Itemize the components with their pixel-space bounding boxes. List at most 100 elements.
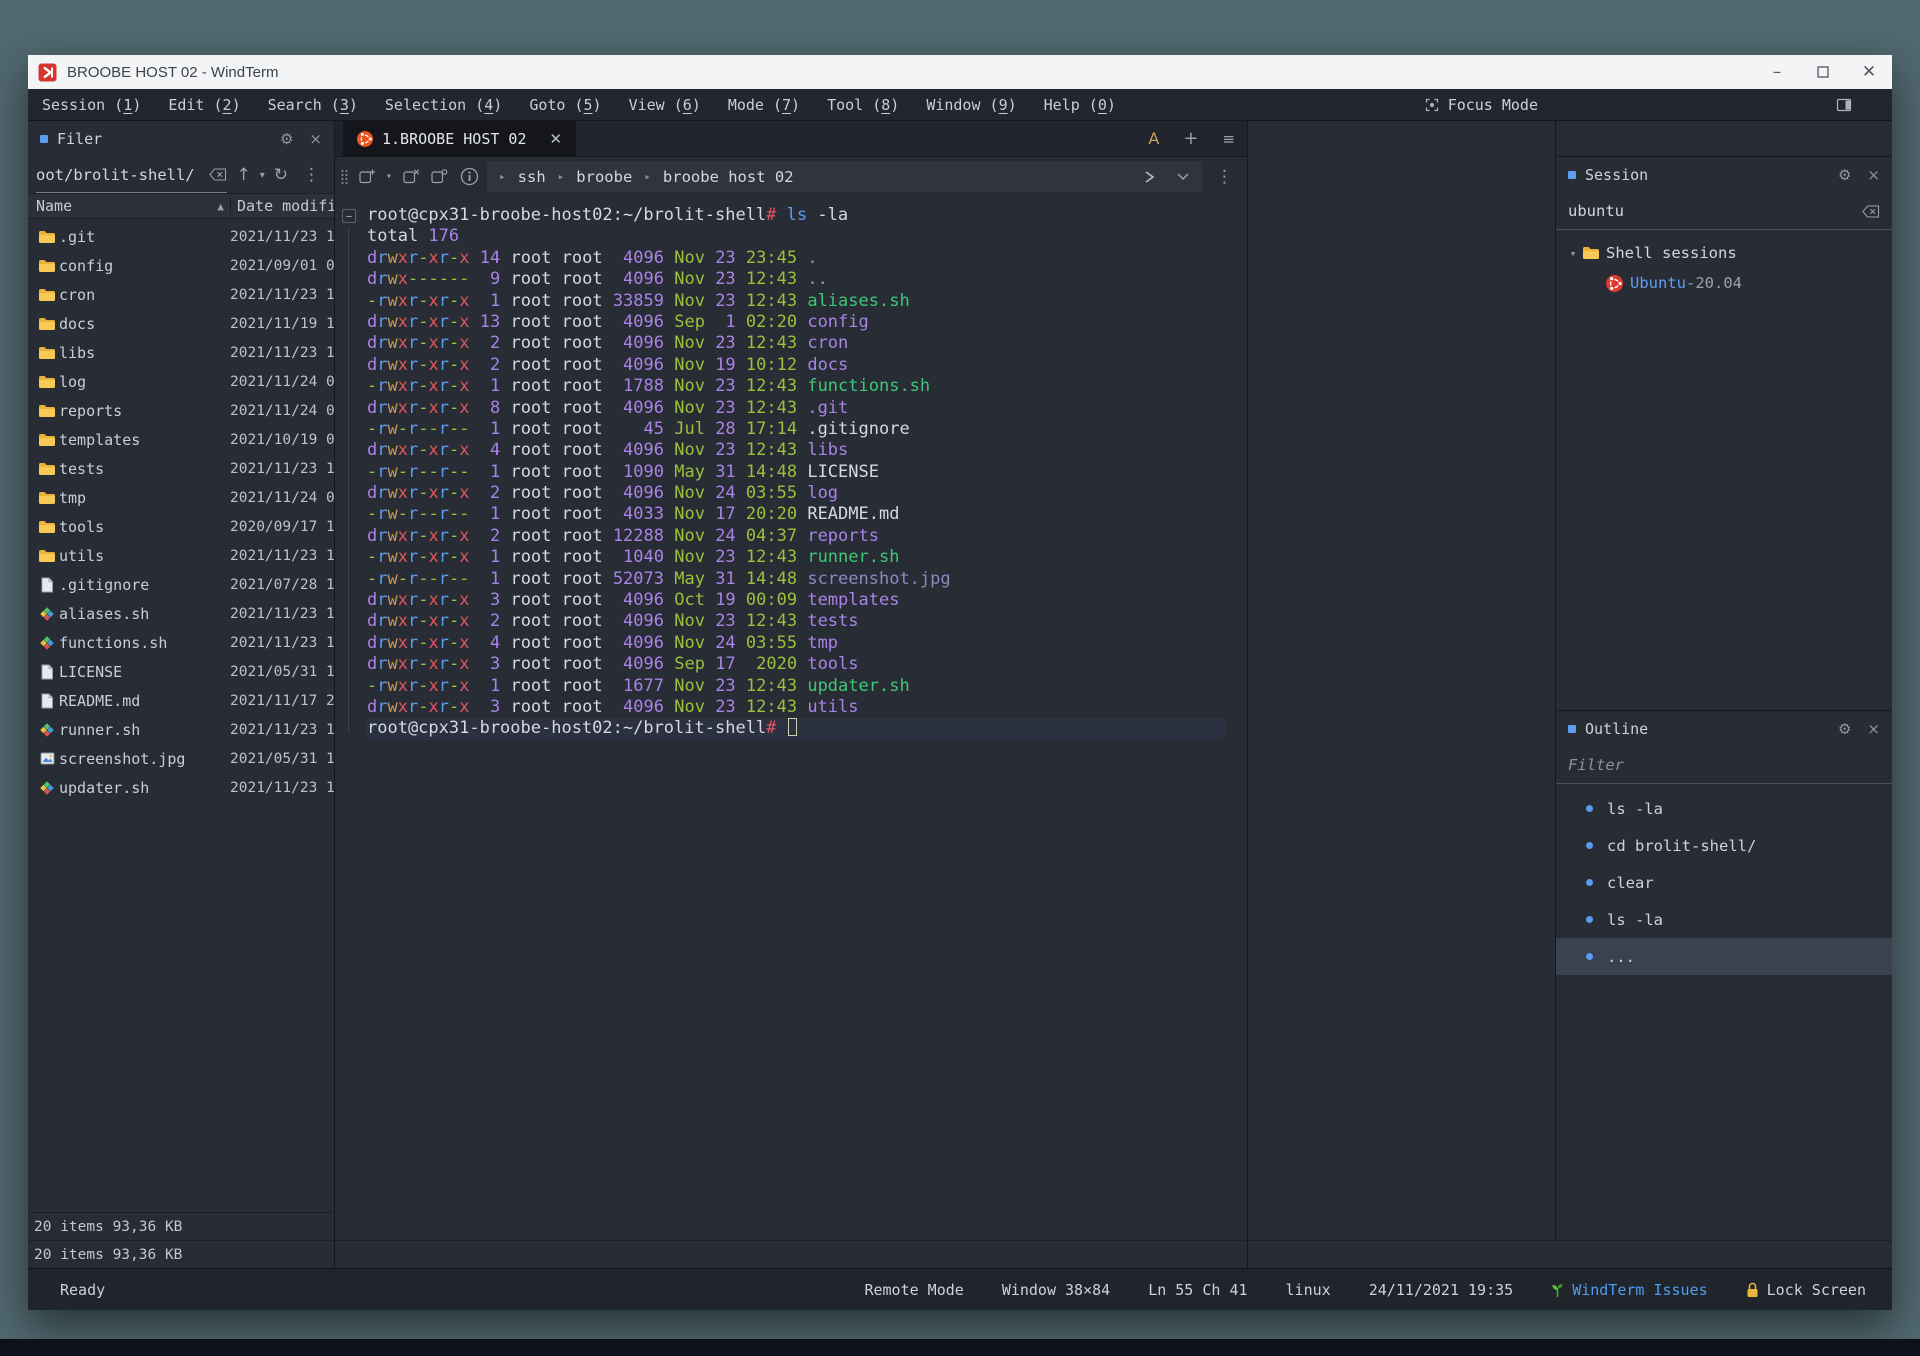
filer-row[interactable]: updater.sh2021/11/23 12 (28, 773, 334, 802)
filer-row[interactable]: .git2021/11/23 12 (28, 222, 334, 251)
filer-row[interactable]: .gitignore2021/07/28 17 (28, 570, 334, 599)
file-name: docs (59, 315, 230, 333)
breadcrumb-item[interactable]: ssh (518, 168, 546, 186)
status-item[interactable]: Ln 55 Ch 41 (1148, 1281, 1247, 1299)
new-session-icon[interactable] (358, 168, 376, 185)
filer-row[interactable]: tests2021/11/23 12 (28, 454, 334, 483)
filer-row[interactable]: LICENSE2021/05/31 14 (28, 657, 334, 686)
outline-settings-gear-icon[interactable]: ⚙ (1838, 720, 1851, 738)
filer-row[interactable]: tools2020/09/17 17 (28, 512, 334, 541)
refresh-icon[interactable]: ↻ (274, 165, 288, 185)
breadcrumb-item[interactable]: broobe (576, 168, 632, 186)
status-item[interactable]: 24/11/2021 19:35 (1369, 1281, 1514, 1299)
filer-row[interactable]: config2021/09/01 02 (28, 251, 334, 280)
filer-row[interactable]: docs2021/11/19 10 (28, 309, 334, 338)
minimize-button[interactable]: – (1754, 55, 1800, 89)
outline-item[interactable]: ls -la (1556, 790, 1892, 827)
outline-filter-input[interactable]: Filter (1556, 747, 1892, 784)
outline-item[interactable]: clear (1556, 864, 1892, 901)
status-item[interactable]: Window 38×84 (1002, 1281, 1110, 1299)
maximize-button[interactable] (1800, 55, 1846, 89)
status-item[interactable]: linux (1286, 1281, 1331, 1299)
menu-item-edit[interactable]: Edit (2) (168, 96, 240, 114)
menu-item-selection[interactable]: Selection (4) (385, 96, 502, 114)
menu-item-tool[interactable]: Tool (8) (827, 96, 899, 114)
layout-panel-icon[interactable] (1836, 97, 1852, 113)
filer-settings-gear-icon[interactable]: ⚙ (280, 130, 293, 148)
clear-path-icon[interactable] (209, 168, 227, 181)
new-session-caret-icon[interactable]: ▾ (386, 171, 392, 182)
clear-filter-icon[interactable] (1862, 205, 1880, 218)
filer-row[interactable]: templates2021/10/19 00 (28, 425, 334, 454)
breadcrumb-item[interactable]: broobe host 02 (663, 168, 794, 186)
filer-row[interactable]: cron2021/11/23 12 (28, 280, 334, 309)
close-button[interactable]: ✕ (1846, 55, 1892, 89)
terminal-output[interactable]: − root@cpx31-broobe-host02:~/brolit-shel… (335, 196, 1247, 1240)
file-name: .git (59, 228, 230, 246)
menu-item-window[interactable]: Window (9) (926, 96, 1016, 114)
terminal-listing-line: -rwxr-xr-x 1 root root 1788 Nov 23 12:43… (367, 376, 1225, 397)
filer-row[interactable]: tmp2021/11/24 03 (28, 483, 334, 512)
detach-session-icon[interactable] (430, 168, 448, 185)
windterm-issues-link[interactable]: WindTerm Issues (1551, 1281, 1707, 1299)
close-session-icon[interactable] (402, 168, 420, 185)
terminal-listing-line: drwxr-xr-x 3 root root 4096 Nov 23 12:43… (367, 697, 1225, 718)
up-dropdown-caret-icon[interactable]: ▾ (260, 170, 265, 181)
menu-item-mode[interactable]: Mode (7) (728, 96, 800, 114)
terminal-listing-line: drwxr-xr-x 4 root root 4096 Nov 23 12:43… (367, 440, 1225, 461)
terminal-listing-line: -rwxr-xr-x 1 root root 1040 Nov 23 12:43… (367, 547, 1225, 568)
navigate-up-icon[interactable]: ↑ (236, 165, 250, 185)
terminal-listing-line: drwxr-xr-x 8 root root 4096 Nov 23 12:43… (367, 398, 1225, 419)
filer-path-input[interactable]: oot/brolit-shell/ (36, 157, 227, 193)
outline-item[interactable]: ... (1556, 938, 1892, 975)
tab-close-icon[interactable]: ✕ (550, 130, 563, 148)
font-size-icon[interactable]: A (1148, 129, 1159, 148)
filer-row[interactable]: utils2021/11/23 12 (28, 541, 334, 570)
outline-close-icon[interactable]: × (1867, 720, 1880, 738)
tab-list-icon[interactable]: ≡ (1222, 130, 1235, 148)
menu-item-view[interactable]: View (6) (629, 96, 701, 114)
filer-row[interactable]: screenshot.jpg2021/05/31 14 (28, 744, 334, 773)
terminal-listing-line: -rw-r--r-- 1 root root 45 Jul 28 17:14 .… (367, 419, 1225, 440)
terminal-menu-kebab-icon[interactable]: ⋮ (1210, 167, 1239, 187)
column-header-name[interactable]: Name ▲ (28, 197, 230, 215)
info-icon[interactable] (460, 167, 479, 186)
run-chevron-icon[interactable] (1143, 170, 1156, 184)
filer-row[interactable]: log2021/11/24 03 (28, 367, 334, 396)
menu-item-goto[interactable]: Goto (5) (529, 96, 601, 114)
terminal-listing-line: -rw-r--r-- 1 root root 1090 May 31 14:48… (367, 462, 1225, 483)
tree-group-shell-sessions[interactable]: ▾ Shell sessions (1556, 238, 1892, 268)
filer-row[interactable]: runner.sh2021/11/23 12 (28, 715, 334, 744)
tree-leaf-ubuntu[interactable]: Ubuntu-20.04 (1556, 268, 1892, 298)
menu-item-help[interactable]: Help (0) (1044, 96, 1116, 114)
session-filter-input[interactable]: ubuntu (1556, 193, 1892, 230)
filer-row[interactable]: reports2021/11/24 04 (28, 396, 334, 425)
file-name: log (59, 373, 230, 391)
filer-menu-kebab-icon[interactable]: ⋮ (297, 165, 326, 185)
status-item[interactable]: Remote Mode (864, 1281, 963, 1299)
session-close-icon[interactable]: × (1867, 166, 1880, 184)
folder-icon (35, 230, 59, 244)
filer-row[interactable]: aliases.sh2021/11/23 12 (28, 599, 334, 628)
filer-row[interactable]: functions.sh2021/11/23 12 (28, 628, 334, 657)
session-settings-gear-icon[interactable]: ⚙ (1838, 166, 1851, 184)
drag-handle-icon[interactable] (341, 169, 348, 185)
expand-chevron-down-icon[interactable] (1176, 172, 1190, 181)
column-header-date[interactable]: Date modified (230, 197, 334, 215)
filer-row[interactable]: libs2021/11/23 12 (28, 338, 334, 367)
menu-item-session[interactable]: Session (1) (42, 96, 141, 114)
lock-screen-button[interactable]: Lock Screen (1746, 1281, 1866, 1299)
tab-label: 1.BROOBE HOST 02 (382, 130, 527, 148)
outline-item[interactable]: cd brolit-shell/ (1556, 827, 1892, 864)
tree-expand-caret-icon[interactable]: ▾ (1564, 247, 1582, 260)
terminal-listing-line: drwxr-xr-x 2 root root 12288 Nov 24 04:3… (367, 526, 1225, 547)
filer-row[interactable]: README.md2021/11/17 20 (28, 686, 334, 715)
outline-bullet-icon (1586, 805, 1593, 812)
tab-broobe-host-02[interactable]: 1.BROOBE HOST 02 ✕ (343, 121, 576, 157)
focus-mode-button[interactable]: Focus Mode (1448, 96, 1538, 114)
new-tab-plus-icon[interactable]: + (1183, 128, 1198, 149)
menu-item-search[interactable]: Search (3) (268, 96, 358, 114)
filer-close-icon[interactable]: × (309, 130, 322, 148)
outline-item[interactable]: ls -la (1556, 901, 1892, 938)
fold-marker-icon[interactable]: − (342, 209, 356, 223)
